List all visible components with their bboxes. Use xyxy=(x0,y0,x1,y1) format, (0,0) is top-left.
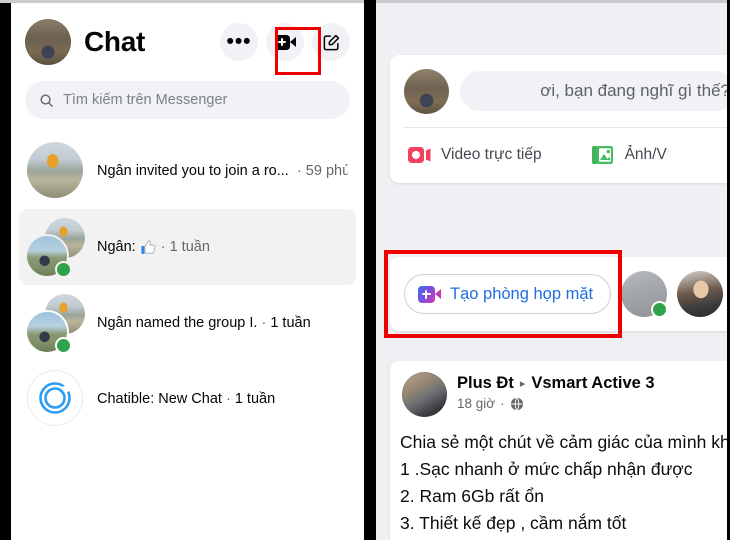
photo-video-icon xyxy=(591,146,613,164)
list-item[interactable]: Chatible: New Chat · 1 tuần xyxy=(19,361,356,437)
post-line: 3. Thiết kế đẹp , cầm nắm tốt xyxy=(400,513,627,534)
messenger-chat-panel: Chat ••• Tìm kiếm trên Messenger Ngân in… xyxy=(11,3,364,540)
more-options-icon: ••• xyxy=(226,30,252,53)
shared-entity-name[interactable]: Vsmart Active 3 xyxy=(531,374,654,393)
page-name[interactable]: Plus Đt xyxy=(457,374,514,393)
friend-avatar-2[interactable] xyxy=(677,271,724,317)
conversation-time: 59 phút xyxy=(305,163,348,179)
thumbs-up-icon xyxy=(141,239,156,254)
list-item[interactable]: Ngân: · 1 tuần xyxy=(19,209,356,285)
page-title: Chat xyxy=(84,26,146,57)
search-box[interactable] xyxy=(25,81,350,119)
photo-video-label: Ảnh/V xyxy=(624,146,667,163)
user-avatar[interactable] xyxy=(25,19,71,65)
online-status-dot xyxy=(653,303,667,316)
avatar xyxy=(27,218,85,276)
conversation-text: Chatible: New Chat xyxy=(97,391,222,407)
video-room-plus-icon xyxy=(418,285,441,303)
post-line: 2. Ram 6Gb rất ổn xyxy=(400,486,544,507)
conversation-preview: Ngân: · 1 tuần xyxy=(97,239,210,256)
chat-header: Chat ••• xyxy=(11,3,364,81)
post-line: 1 .Sạc nhanh ở mức chấp nhận được xyxy=(400,459,693,480)
rooms-row-card: Tạo phòng họp mặt xyxy=(390,257,730,331)
composer-top-row: ơi, bạn đang nghĩ gì thế? xyxy=(390,55,730,127)
feed-post-card: Plus Đt ▸ Vsmart Active 3 18 giờ · Chia … xyxy=(390,361,730,540)
conversation-preview: Chatible: New Chat · 1 tuần xyxy=(97,391,275,407)
search-icon xyxy=(40,93,53,107)
live-video-button[interactable]: Video trực tiếp xyxy=(408,146,542,164)
panel-divider xyxy=(364,0,376,540)
search-input[interactable] xyxy=(63,92,336,108)
conversation-time: 1 tuần xyxy=(234,391,276,407)
online-status-dot xyxy=(57,263,70,276)
video-room-button[interactable] xyxy=(266,23,304,61)
composer-actions: Video trực tiếp Ảnh/V xyxy=(390,128,730,182)
video-camera-plus-icon xyxy=(274,34,296,50)
avatar xyxy=(27,294,85,352)
conversation-list: Ngân invited you to join a ro... · 59 ph… xyxy=(11,133,364,437)
new-message-button[interactable] xyxy=(312,23,350,61)
conversation-time: 1 tuần xyxy=(169,239,210,255)
conversation-preview: Ngân named the group I. · 1 tuần xyxy=(97,315,311,331)
post-time: 18 giờ xyxy=(457,396,496,411)
live-video-label: Video trực tiếp xyxy=(441,146,542,163)
post-body: Chia sẻ một chút về cảm giác của mình kh… xyxy=(390,429,730,538)
post-header: Plus Đt ▸ Vsmart Active 3 18 giờ · xyxy=(390,372,730,417)
conversation-text: Ngân named the group I. xyxy=(97,315,258,331)
avatar xyxy=(27,142,85,200)
search-area xyxy=(11,81,364,119)
conversation-time: 1 tuần xyxy=(270,315,311,331)
live-video-icon xyxy=(408,147,431,163)
facebook-feed-panel: ơi, bạn đang nghĩ gì thế? Video trực tiế… xyxy=(376,3,730,540)
conversation-text: Ngân: xyxy=(97,239,136,255)
online-status-dot xyxy=(57,339,70,352)
user-avatar[interactable] xyxy=(404,68,449,114)
list-item[interactable]: Ngân invited you to join a ro... · 59 ph… xyxy=(19,133,356,209)
conversation-preview: Ngân invited you to join a ro... · 59 ph… xyxy=(97,163,348,179)
globe-public-icon xyxy=(510,397,523,410)
create-room-label: Tạo phòng họp mặt xyxy=(450,284,594,303)
more-options-button[interactable]: ••• xyxy=(220,23,258,61)
photo-video-button[interactable]: Ảnh/V xyxy=(591,145,667,165)
list-item[interactable]: Ngân named the group I. · 1 tuần xyxy=(19,285,356,361)
post-composer-card: ơi, bạn đang nghĩ gì thế? Video trực tiế… xyxy=(390,55,730,183)
composer-placeholder: ơi, bạn đang nghĩ gì thế? xyxy=(540,81,730,100)
header-actions: ••• xyxy=(220,23,350,61)
post-meta: Plus Đt ▸ Vsmart Active 3 18 giờ · xyxy=(457,372,655,411)
new-message-compose-icon xyxy=(323,34,339,50)
post-author: Plus Đt ▸ Vsmart Active 3 xyxy=(457,374,655,393)
arrow-right-icon: ▸ xyxy=(519,378,526,390)
post-dot: · xyxy=(500,396,505,411)
post-timestamp-row: 18 giờ · xyxy=(457,396,655,411)
conversation-text: Ngân invited you to join a ro... xyxy=(97,163,289,179)
create-room-button[interactable]: Tạo phòng họp mặt xyxy=(404,274,612,314)
avatar xyxy=(27,370,85,428)
friend-avatar-1[interactable] xyxy=(621,271,668,317)
post-line: Chia sẻ một chút về cảm giác của mình kh… xyxy=(400,432,730,452)
composer-input[interactable]: ơi, bạn đang nghĩ gì thế? xyxy=(460,71,730,111)
chatible-logo-icon xyxy=(27,370,83,426)
page-avatar[interactable] xyxy=(402,372,447,417)
screenshot-root: Chat ••• Tìm kiếm trên Messenger Ngân in… xyxy=(0,0,730,540)
